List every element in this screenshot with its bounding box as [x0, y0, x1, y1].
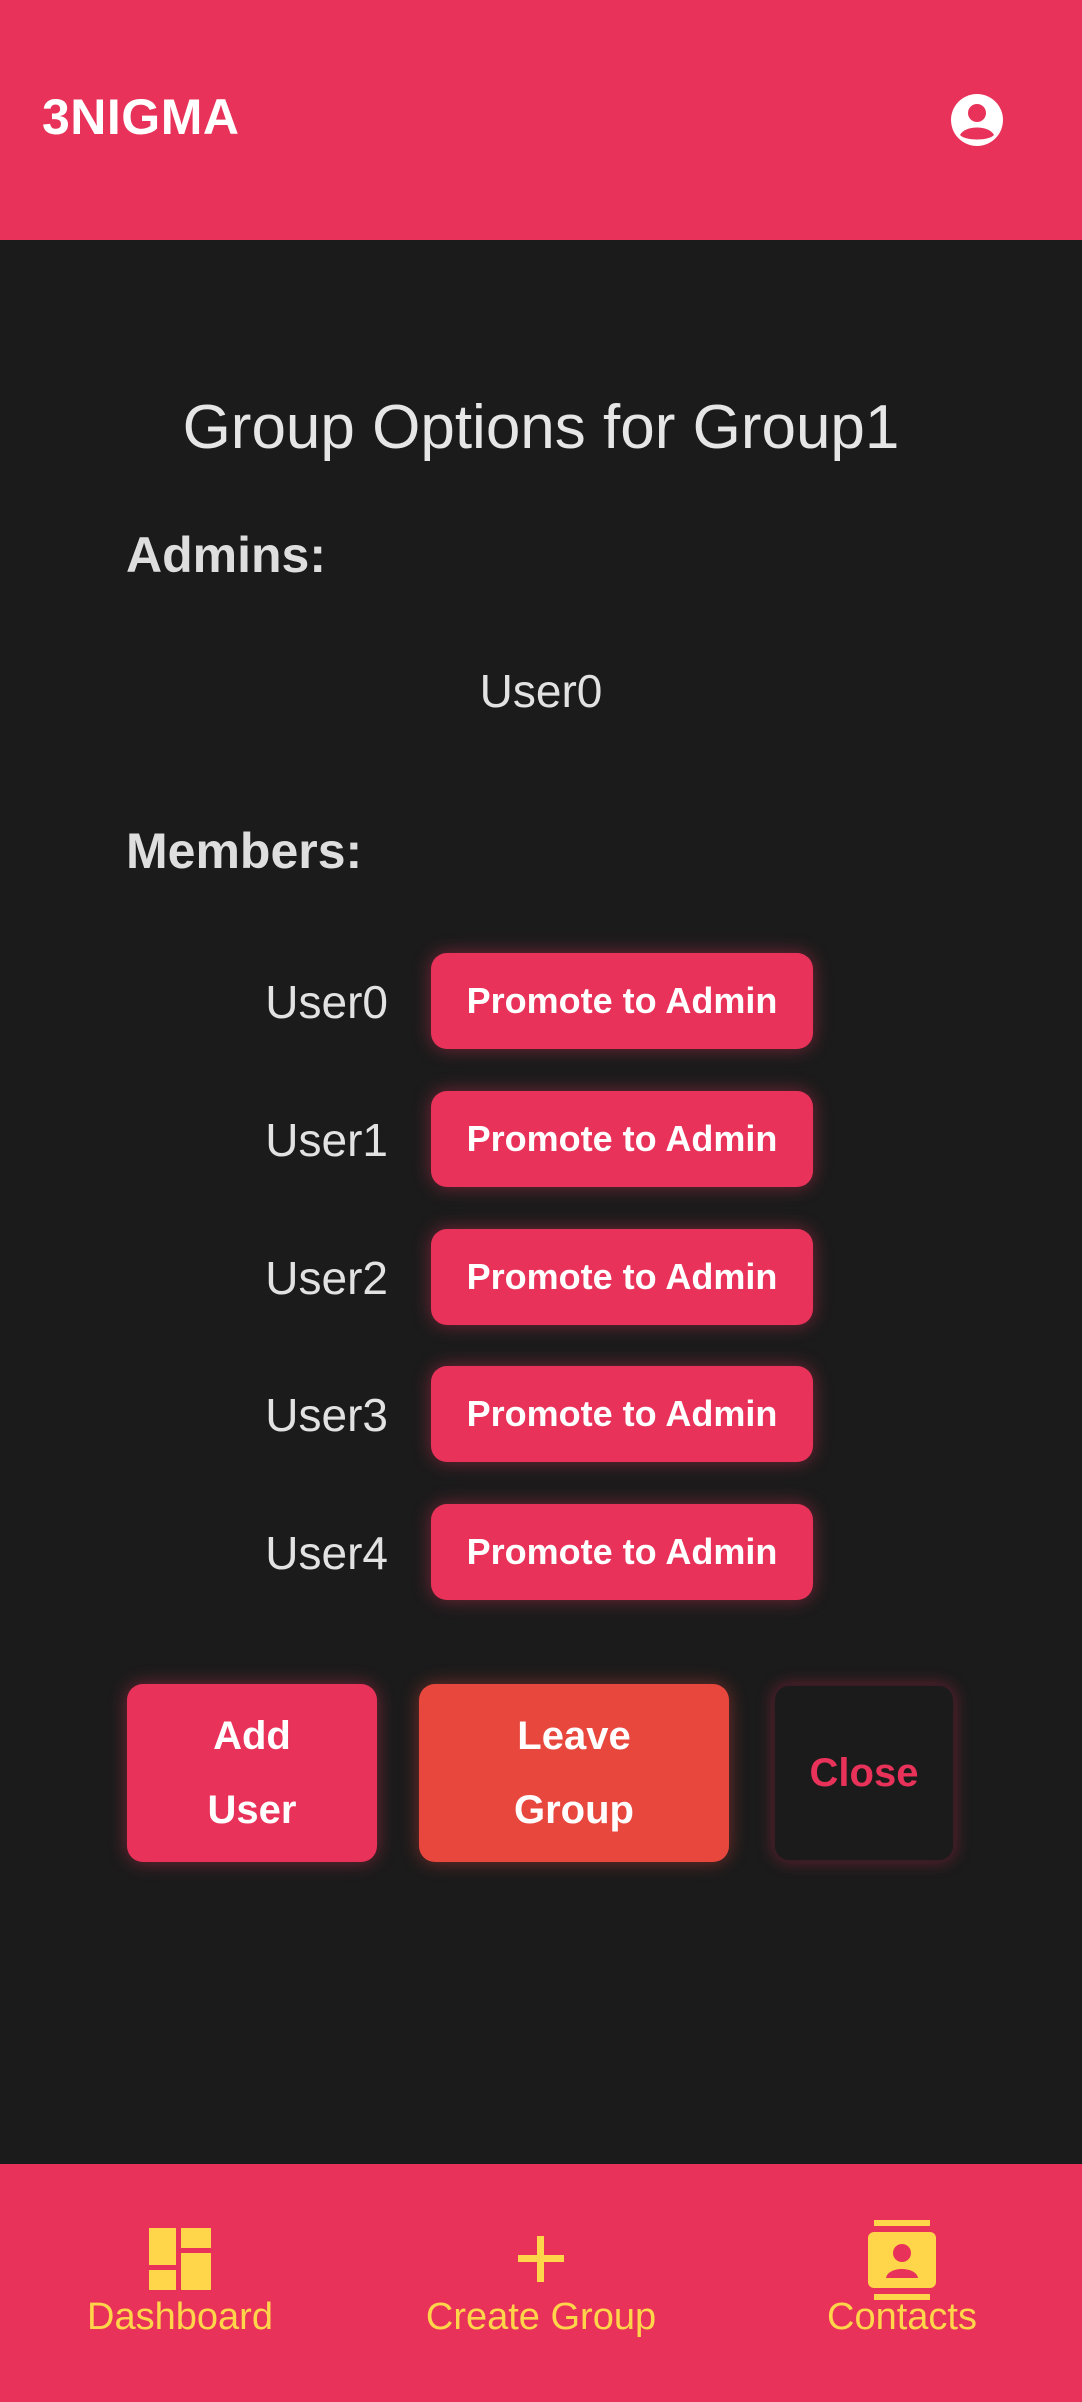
- add-user-label-line-1: Add: [213, 1714, 291, 1758]
- plus-icon: [510, 2228, 572, 2295]
- add-user-button[interactable]: Add User: [127, 1684, 377, 1862]
- nav-label: Dashboard: [87, 2296, 273, 2338]
- page-title: Group Options for Group1: [182, 393, 900, 462]
- nav-item-create-group[interactable]: Create Group: [391, 2164, 691, 2402]
- member-name: User4: [265, 1527, 388, 1579]
- add-user-label-line-2: User: [207, 1788, 297, 1832]
- member-name: User1: [265, 1114, 388, 1166]
- nav-label: Contacts: [827, 2296, 977, 2338]
- admin-list-item: User0: [479, 665, 603, 717]
- member-row: User4 Promote to Admin: [0, 1504, 1082, 1600]
- member-row: User2 Promote to Admin: [0, 1229, 1082, 1325]
- promote-to-admin-button[interactable]: Promote to Admin: [431, 1091, 813, 1187]
- member-name: User3: [265, 1389, 388, 1441]
- members-label: Members:: [126, 823, 363, 879]
- nav-label: Create Group: [425, 2296, 657, 2338]
- leave-group-label-line-2: Group: [514, 1788, 634, 1832]
- leave-group-label-line-1: Leave: [517, 1714, 631, 1758]
- member-row: User3 Promote to Admin: [0, 1366, 1082, 1462]
- member-row: User1 Promote to Admin: [0, 1091, 1082, 1187]
- app-header: 3NIGMA: [0, 0, 1082, 240]
- bottom-navigation: Dashboard Create Group Contacts: [0, 2164, 1082, 2402]
- app-brand: 3NIGMA: [42, 89, 240, 145]
- account-circle-icon[interactable]: [949, 92, 1005, 148]
- promote-to-admin-button[interactable]: Promote to Admin: [431, 953, 813, 1049]
- promote-to-admin-button[interactable]: Promote to Admin: [431, 1366, 813, 1462]
- member-name: User0: [265, 976, 388, 1028]
- contacts-icon: [868, 2220, 936, 2305]
- nav-item-contacts[interactable]: Contacts: [752, 2164, 1052, 2402]
- dashboard-icon: [149, 2228, 211, 2295]
- close-label: Close: [809, 1751, 919, 1795]
- leave-group-button[interactable]: Leave Group: [419, 1684, 729, 1862]
- admins-label: Admins:: [126, 527, 326, 583]
- member-name: User2: [265, 1252, 388, 1304]
- promote-to-admin-button[interactable]: Promote to Admin: [431, 1504, 813, 1600]
- member-row: User0 Promote to Admin: [0, 953, 1082, 1049]
- close-button[interactable]: Close: [773, 1684, 955, 1862]
- promote-to-admin-button[interactable]: Promote to Admin: [431, 1229, 813, 1325]
- nav-item-dashboard[interactable]: Dashboard: [30, 2164, 330, 2402]
